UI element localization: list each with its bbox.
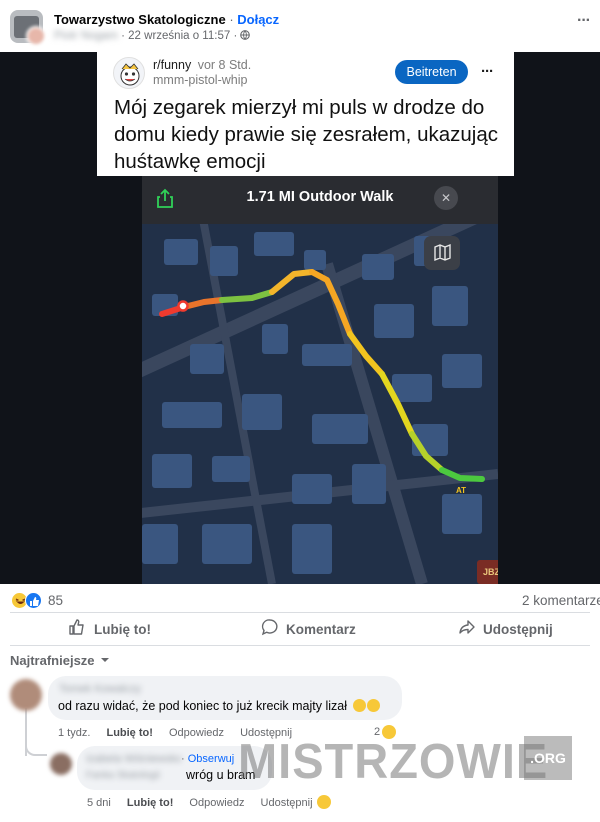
follow-link[interactable]: Obserwuj — [188, 753, 234, 765]
laughing-emoji-icon — [352, 699, 366, 712]
thread-line-curve — [25, 740, 47, 756]
post-meta: Piotr Nogam · 22 września o 11:57 · — [54, 30, 251, 43]
thumbs-up-icon — [68, 618, 86, 641]
comment-time[interactable]: 1 tydz. — [58, 727, 90, 739]
watermark-text: MISTRZOWIE — [238, 732, 549, 789]
laughing-emoji-icon[interactable] — [317, 795, 331, 809]
subreddit-avatar — [113, 57, 145, 89]
comment-reply-link[interactable]: Odpowiedz — [169, 727, 224, 739]
join-group-link[interactable]: Dołącz — [237, 12, 279, 27]
subreddit-name[interactable]: r/funny — [153, 58, 191, 72]
share-arrow-icon — [458, 618, 476, 641]
close-icon: ✕ — [440, 191, 452, 205]
share-action-label: Udostępnij — [483, 621, 553, 637]
comment-action-button[interactable]: Komentarz — [261, 618, 356, 641]
reply-share-link[interactable]: Udostępnij — [261, 797, 313, 809]
reaction-count[interactable]: 85 — [48, 593, 63, 608]
reddit-subreddit-line: r/funny vor 8 Std. — [153, 58, 251, 72]
reddit-post-time: vor 8 Std. — [197, 58, 252, 72]
comment-text: od razu widać, że pod koniec to już krec… — [58, 699, 380, 713]
speech-bubble-icon — [261, 618, 279, 641]
reply-follow-line: · Obserwuj — [181, 753, 234, 765]
comment-sort-dropdown[interactable]: Najtrafniejsze — [10, 651, 110, 669]
chevron-down-icon — [100, 651, 110, 669]
like-reaction-icon — [25, 592, 42, 609]
reddit-username[interactable]: mmm-pistol-whip — [153, 73, 247, 87]
comment-count[interactable]: 2 komentarze — [522, 593, 600, 608]
facebook-post-screenshot: Towarzystwo Skatologiczne · Dołącz Piotr… — [0, 0, 600, 822]
comment-like-link[interactable]: Lubię to! — [106, 727, 152, 739]
separator-dot: · — [181, 753, 188, 765]
divider — [10, 645, 590, 646]
site-watermark: MISTRZOWIE — [238, 732, 548, 790]
route-map[interactable]: AT — [142, 224, 498, 584]
route-marker-label: AT — [456, 486, 467, 495]
reddit-join-button[interactable]: Beitreten — [395, 60, 468, 84]
phone-screen: 1.71 MI Outdoor Walk ✕ AT JBZ — [142, 176, 498, 584]
watermark-tld-badge: .ORG — [524, 736, 572, 780]
reddit-post-title: Mój zegarek mierzył mi puls w drodze do … — [114, 96, 498, 173]
reply-time[interactable]: 5 dni — [87, 797, 111, 809]
post-date[interactable]: 22 września o 11:57 — [128, 30, 230, 42]
map-icon — [434, 243, 451, 262]
grinning-emoji-icon — [366, 699, 380, 712]
commenter-avatar[interactable] — [10, 679, 42, 711]
sort-label: Najtrafniejsze — [10, 652, 95, 668]
commenter-name[interactable]: Tomek Kowalczy — [59, 683, 141, 695]
group-name[interactable]: Towarzystwo Skatologiczne — [54, 12, 226, 27]
like-action-button[interactable]: Lubię to! — [68, 618, 151, 641]
share-action-button[interactable]: Udostępnij — [458, 619, 553, 639]
reply-author-name[interactable]: Izabela Wiśniewska — [86, 753, 181, 765]
author-name[interactable]: Piotr Nogam — [54, 30, 118, 42]
author-avatar[interactable] — [26, 26, 46, 46]
reaction-icons[interactable] — [11, 592, 45, 610]
jbzd-watermark: JBZD — [477, 560, 498, 584]
reply-like-link[interactable]: Lubię to! — [127, 797, 173, 809]
divider — [10, 612, 590, 613]
map-view-button[interactable] — [424, 236, 460, 270]
reply-avatar[interactable] — [50, 753, 72, 775]
map-drawing — [142, 224, 498, 584]
close-button[interactable]: ✕ — [434, 186, 458, 210]
post-image[interactable]: r/funny vor 8 Std. mmm-pistol-whip Beitr… — [0, 52, 600, 584]
more-options-button[interactable]: ··· — [577, 12, 591, 30]
reply-reply-link[interactable]: Odpowiedz — [189, 797, 244, 809]
globe-icon — [240, 30, 251, 43]
reply-author-subline: Fanka Skatologii — [86, 770, 160, 781]
reddit-more-button[interactable]: ··· — [481, 63, 494, 80]
separator-dot: · — [233, 30, 241, 42]
comment-action-label: Komentarz — [286, 621, 356, 637]
watermark-tld: .ORG — [530, 750, 566, 766]
reply-actions: 5 dni Lubię to! Odpowiedz Udostępnij — [87, 797, 313, 809]
post-header-line: Towarzystwo Skatologiczne · Dołącz — [54, 12, 279, 27]
comment-text-body: od razu widać, że pod koniec to już krec… — [58, 699, 348, 713]
reddit-post-card: r/funny vor 8 Std. mmm-pistol-whip Beitr… — [97, 52, 514, 176]
like-action-label: Lubię to! — [94, 621, 151, 637]
